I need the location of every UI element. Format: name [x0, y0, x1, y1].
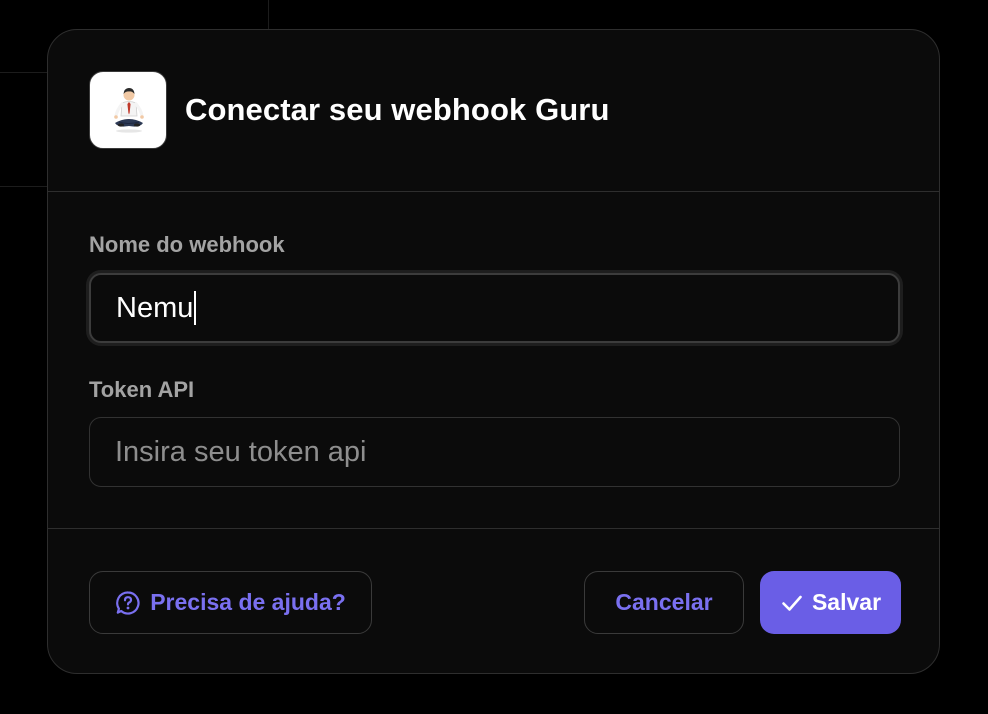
save-button-label: Salvar: [811, 589, 882, 615]
check-icon: [780, 591, 804, 615]
api-token-input[interactable]: Insira seu token api: [89, 417, 900, 487]
modal-title: Conectar seu webhook Guru: [185, 92, 610, 127]
cancel-button-label: Cancelar: [615, 589, 713, 615]
modal-header: Conectar seu webhook Guru: [48, 30, 939, 192]
meditating-person-icon: [114, 88, 144, 133]
api-token-placeholder: Insira seu token api: [115, 435, 367, 468]
background-grid-line: [268, 0, 269, 29]
modal-body: Nome do webhook Nemu Token API Insira se…: [48, 191, 939, 529]
help-button-label: Precisa de ajuda?: [150, 589, 346, 615]
webhook-name-input[interactable]: Nemu: [89, 273, 900, 343]
connect-webhook-modal: Conectar seu webhook Guru Nome do webhoo…: [47, 29, 940, 674]
save-button[interactable]: Salvar: [760, 571, 901, 634]
api-token-label: Token API: [89, 377, 195, 402]
webhook-name-value: Nemu: [116, 291, 194, 324]
cancel-button[interactable]: Cancelar: [584, 571, 744, 634]
background-grid-line: [0, 72, 47, 73]
webhook-name-label: Nome do webhook: [89, 232, 285, 257]
text-caret: [194, 291, 197, 325]
help-chat-icon: [115, 590, 141, 616]
help-button[interactable]: Precisa de ajuda?: [89, 571, 372, 634]
background-grid-line: [0, 186, 47, 187]
guru-app-icon: [89, 71, 167, 149]
